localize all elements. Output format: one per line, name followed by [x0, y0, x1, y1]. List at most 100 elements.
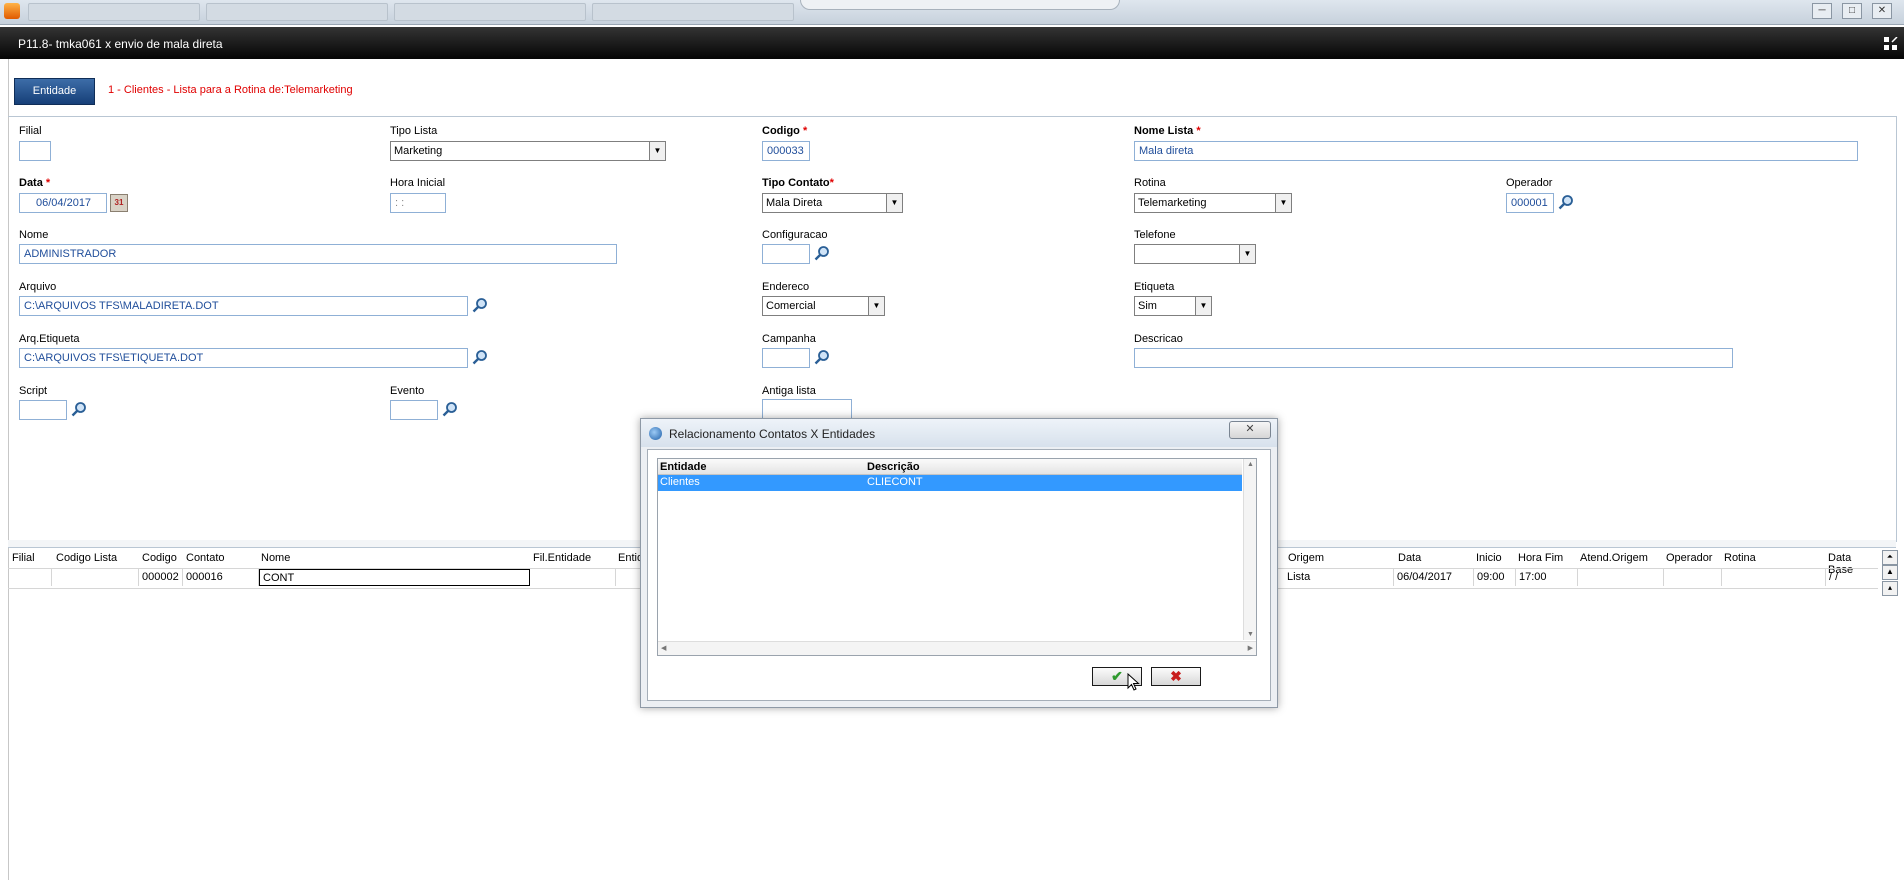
- grid-menu-icon[interactable]: [1884, 36, 1898, 51]
- cell-filial[interactable]: [8, 569, 52, 586]
- chevron-down-icon[interactable]: ▼: [886, 194, 902, 212]
- tipo-contato-select[interactable]: Mala Direta ▼: [762, 193, 903, 213]
- codigo-input[interactable]: 000033: [762, 141, 810, 161]
- entity-description: 1 - Clientes - Lista para a Rotina de:Te…: [108, 84, 353, 96]
- row-descricao: CLIECONT: [867, 476, 923, 488]
- cell-operador[interactable]: [1664, 569, 1722, 586]
- chevron-down-icon[interactable]: ▼: [868, 297, 884, 315]
- script-label: Script: [19, 385, 48, 397]
- scroll-page-up-icon[interactable]: ▲: [1882, 565, 1898, 580]
- dialog-title: Relacionamento Contatos X Entidades: [669, 427, 876, 441]
- scroll-left-arrow-icon[interactable]: ◀: [661, 644, 666, 652]
- nome-lista-label-text: Nome Lista: [1134, 125, 1194, 137]
- operador-input[interactable]: 000001: [1506, 193, 1554, 213]
- column-header-filial[interactable]: Filial: [12, 552, 35, 564]
- scroll-up-arrow-icon[interactable]: ▲: [1247, 461, 1254, 468]
- calendar-icon[interactable]: 31: [110, 194, 128, 212]
- vertical-scrollbar[interactable]: ▲ ▼: [1243, 459, 1256, 640]
- close-window-button[interactable]: ✕: [1872, 3, 1892, 19]
- campanha-input[interactable]: [762, 348, 810, 368]
- column-header-atend-origem[interactable]: Atend.Origem: [1580, 552, 1648, 564]
- table-row[interactable]: Clientes CLIECONT: [658, 475, 1242, 491]
- cell-fil-entidade[interactable]: [530, 569, 616, 586]
- tipo-lista-select[interactable]: Marketing ▼: [390, 141, 666, 161]
- background-tab-2[interactable]: [206, 3, 388, 21]
- tipo-contato-label: Tipo Contato*: [762, 177, 834, 189]
- nome-input[interactable]: ADMINISTRADOR: [19, 244, 617, 264]
- codigo-label-text: Codigo: [762, 125, 800, 137]
- descricao-input[interactable]: [1134, 348, 1733, 368]
- required-marker: *: [45, 177, 51, 189]
- maximize-button[interactable]: □: [1842, 3, 1862, 19]
- search-icon[interactable]: [472, 349, 488, 365]
- search-icon[interactable]: [814, 245, 830, 261]
- column-header-inicio[interactable]: Inicio: [1476, 552, 1502, 564]
- scroll-down-arrow-icon[interactable]: ▼: [1247, 631, 1254, 638]
- evento-input[interactable]: [390, 400, 438, 420]
- background-tab-3[interactable]: [394, 3, 586, 21]
- column-header-contato[interactable]: Contato: [186, 552, 225, 564]
- cancel-button[interactable]: ✖: [1151, 667, 1201, 686]
- chevron-down-icon[interactable]: ▼: [649, 142, 665, 160]
- scroll-right-arrow-icon[interactable]: ▶: [1248, 644, 1253, 652]
- dialog-title-bar[interactable]: Relacionamento Contatos X Entidades ✕: [641, 419, 1277, 447]
- cell-inicio[interactable]: 09:00: [1474, 569, 1516, 586]
- chevron-down-icon[interactable]: ▼: [1195, 297, 1211, 315]
- chevron-down-icon[interactable]: ▼: [1275, 194, 1291, 212]
- filial-input[interactable]: [19, 141, 51, 161]
- arquivo-input[interactable]: C:\ARQUIVOS TFS\MALADIRETA.DOT: [19, 296, 468, 316]
- search-icon[interactable]: [472, 297, 488, 313]
- cell-data-base[interactable]: / /: [1826, 569, 1878, 586]
- rotina-select[interactable]: Telemarketing ▼: [1134, 193, 1292, 213]
- scroll-up-icon[interactable]: ▴: [1882, 581, 1898, 596]
- cell-nome[interactable]: CONT: [259, 569, 530, 586]
- telefone-select[interactable]: ▼: [1134, 244, 1256, 264]
- chevron-down-icon[interactable]: ▼: [1239, 245, 1255, 263]
- column-header-nome[interactable]: Nome: [261, 552, 290, 564]
- minimize-button[interactable]: ─: [1812, 3, 1832, 19]
- column-header-descricao[interactable]: Descrição: [865, 459, 1242, 475]
- dialog-close-button[interactable]: ✕: [1229, 421, 1271, 439]
- campanha-label: Campanha: [762, 333, 816, 345]
- search-icon[interactable]: [814, 349, 830, 365]
- column-header-operador[interactable]: Operador: [1666, 552, 1712, 564]
- configuracao-input[interactable]: [762, 244, 810, 264]
- search-icon[interactable]: [1558, 194, 1574, 210]
- data-input[interactable]: 06/04/2017: [19, 193, 107, 213]
- cell-origem[interactable]: Lista: [1284, 569, 1394, 586]
- window-title: P11.8- tmka061 x envio de mala direta: [18, 37, 223, 51]
- cell-data[interactable]: 06/04/2017: [1394, 569, 1474, 586]
- background-tab-1[interactable]: [28, 3, 200, 21]
- column-header-data[interactable]: Data: [1398, 552, 1421, 564]
- cell-rotina[interactable]: [1722, 569, 1826, 586]
- column-header-hora-fim[interactable]: Hora Fim: [1518, 552, 1563, 564]
- entidade-button[interactable]: Entidade: [14, 78, 95, 105]
- etiqueta-select[interactable]: Sim ▼: [1134, 296, 1212, 316]
- cell-contato[interactable]: 000016: [183, 569, 259, 586]
- rotina-value: Telemarketing: [1138, 197, 1207, 209]
- cell-atend-origem[interactable]: [1578, 569, 1664, 586]
- hora-inicial-input[interactable]: : :: [390, 193, 446, 213]
- antiga-lista-input[interactable]: [762, 399, 852, 419]
- tab-handle[interactable]: [800, 0, 1120, 10]
- column-header-entidade[interactable]: Entidade: [658, 459, 865, 475]
- column-header-fil-entidade[interactable]: Fil.Entidade: [533, 552, 591, 564]
- search-icon[interactable]: [442, 401, 458, 417]
- background-tab-4[interactable]: [592, 3, 794, 21]
- search-icon[interactable]: [71, 401, 87, 417]
- column-header-codigo-lista[interactable]: Codigo Lista: [56, 552, 117, 564]
- app-icon[interactable]: [4, 3, 20, 19]
- filial-label: Filial: [19, 125, 42, 137]
- arq-etiqueta-input[interactable]: C:\ARQUIVOS TFS\ETIQUETA.DOT: [19, 348, 468, 368]
- cell-hora-fim[interactable]: 17:00: [1516, 569, 1578, 586]
- column-header-codigo[interactable]: Codigo: [142, 552, 177, 564]
- cell-codigo[interactable]: 000002: [139, 569, 183, 586]
- nome-lista-input[interactable]: Mala direta: [1134, 141, 1858, 161]
- column-header-rotina[interactable]: Rotina: [1724, 552, 1756, 564]
- script-input[interactable]: [19, 400, 67, 420]
- scroll-top-icon[interactable]: ⏶: [1882, 550, 1898, 565]
- column-header-origem[interactable]: Origem: [1288, 552, 1324, 564]
- endereco-select[interactable]: Comercial ▼: [762, 296, 885, 316]
- cell-codigo-lista[interactable]: [52, 569, 139, 586]
- horizontal-scrollbar[interactable]: ◀ ▶: [658, 641, 1256, 655]
